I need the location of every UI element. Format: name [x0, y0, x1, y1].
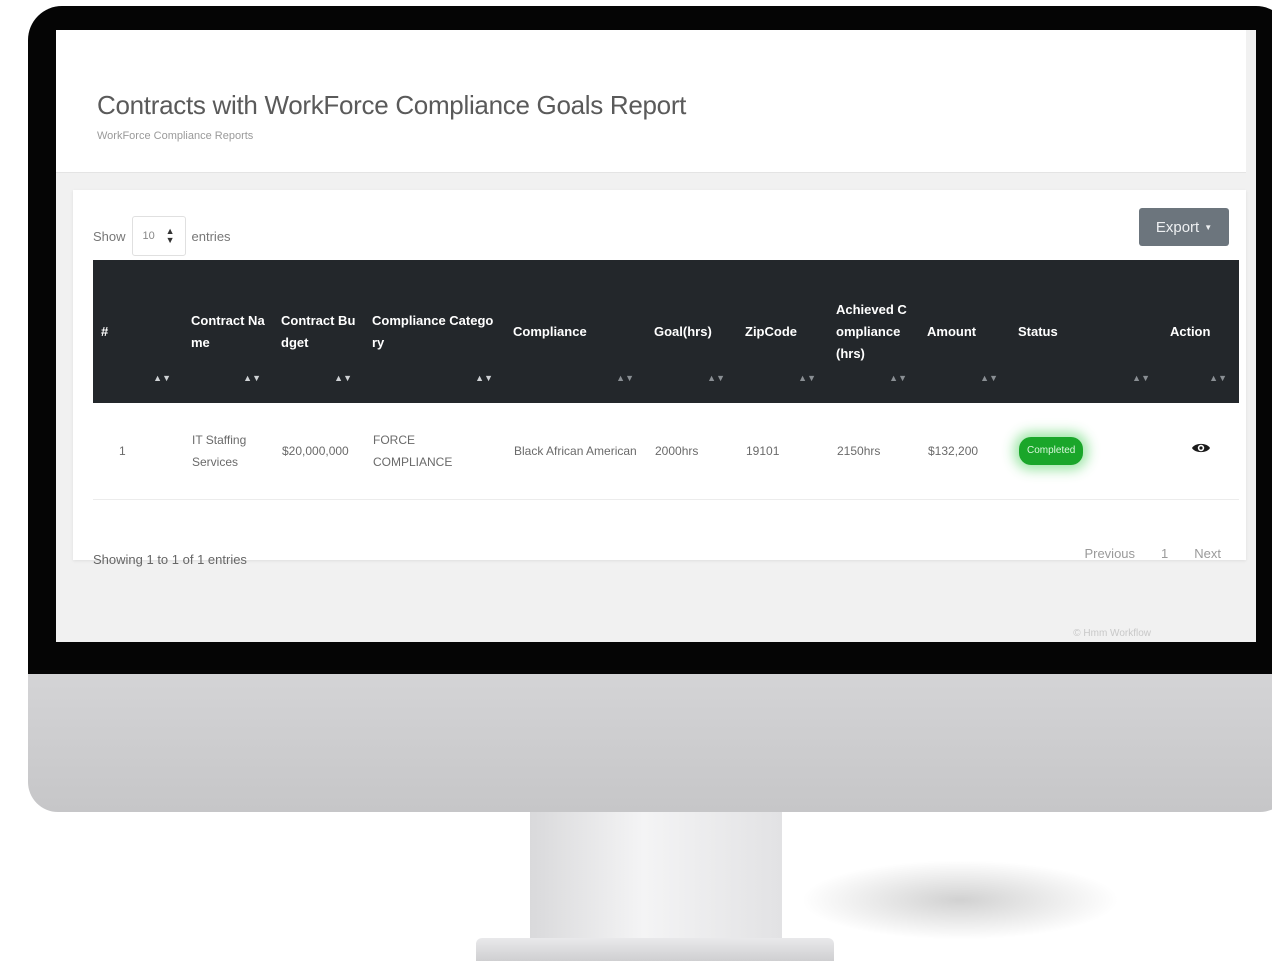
sort-arrows-icon: ▲▼	[616, 373, 634, 383]
sort-arrows-icon: ▲▼	[980, 373, 998, 383]
monitor-stand-neck	[530, 812, 782, 942]
pagination-page-1[interactable]: 1	[1161, 546, 1168, 561]
column-header-contract-budget[interactable]: Contract Budget ▲▼	[273, 260, 364, 403]
column-header-achieved-compliance[interactable]: Achieved Compliance (hrs) ▲▼	[828, 260, 919, 403]
select-arrows-icon: ▲ ▼	[165, 226, 175, 245]
column-header-status[interactable]: Status ▲▼	[1010, 260, 1162, 403]
show-label: Show	[93, 228, 126, 244]
screen: Contracts with WorkForce Compliance Goal…	[56, 30, 1256, 642]
page-header: Contracts with WorkForce Compliance Goal…	[56, 30, 1246, 173]
column-header-amount[interactable]: Amount ▲▼	[919, 260, 1010, 403]
column-header-goal[interactable]: Goal(hrs) ▲▼	[646, 260, 737, 403]
report-table-card: Show 10 ▲ ▼ entries Export ▼ # ▲▼ Contra…	[73, 190, 1246, 567]
column-header-compliance-category[interactable]: Compliance Category ▲▼	[364, 260, 505, 403]
cell-zipcode: 19101	[746, 443, 780, 458]
cell-achieved: 2150hrs	[837, 443, 881, 458]
page-subtitle: WorkForce Compliance Reports	[97, 130, 254, 142]
cell-index: 1	[119, 443, 126, 458]
sort-arrows-icon: ▲▼	[153, 373, 171, 383]
sort-arrows-icon: ▲▼	[798, 373, 816, 383]
monitor-chin	[28, 674, 1272, 812]
page-title: Contracts with WorkForce Compliance Goal…	[97, 90, 687, 120]
length-value: 10	[142, 230, 155, 242]
sort-arrows-icon: ▲▼	[889, 373, 907, 383]
column-header-contract-name[interactable]: Contract Name ▲▼	[183, 260, 273, 403]
cell-compliance: Black African American	[514, 443, 637, 458]
cell-goal: 2000hrs	[655, 443, 699, 458]
pagination: Previous 1 Next	[1058, 546, 1221, 561]
sort-arrows-icon: ▲▼	[243, 373, 261, 383]
column-header-index[interactable]: # ▲▼	[93, 260, 183, 403]
sort-arrows-icon: ▲▼	[707, 373, 725, 383]
monitor-stand-base	[476, 938, 834, 961]
column-header-compliance[interactable]: Compliance ▲▼	[505, 260, 646, 403]
sort-arrows-icon: ▲▼	[334, 373, 352, 383]
cell-status: Completed	[1010, 403, 1162, 499]
caret-down-icon: ▼	[1204, 222, 1213, 232]
column-header-zipcode[interactable]: ZipCode ▲▼	[737, 260, 828, 403]
sort-arrows-icon: ▲▼	[1209, 373, 1227, 383]
sort-arrows-icon: ▲▼	[475, 373, 493, 383]
monitor-shadow	[800, 860, 1120, 940]
cell-action	[1162, 403, 1239, 499]
sort-arrows-icon: ▲▼	[1132, 373, 1150, 383]
cell-contract-name: IT Staffing Services	[192, 432, 247, 469]
report-table: # ▲▼ Contract Name ▲▼ Contract Budget ▲▼…	[93, 260, 1239, 500]
entries-label: entries	[191, 228, 231, 244]
table-info: Showing 1 to 1 of 1 entries	[93, 552, 247, 567]
table-header-row: # ▲▼ Contract Name ▲▼ Contract Budget ▲▼…	[93, 260, 1239, 403]
column-header-action[interactable]: Action ▲▼	[1162, 260, 1239, 403]
status-badge: Completed	[1019, 436, 1084, 465]
cell-amount: $132,200	[928, 443, 979, 458]
eye-icon[interactable]	[1191, 440, 1211, 454]
pagination-next[interactable]: Next	[1194, 546, 1221, 561]
export-label: Export	[1155, 218, 1200, 236]
pagination-previous[interactable]: Previous	[1084, 546, 1135, 561]
entries-length-select[interactable]: 10 ▲ ▼	[131, 216, 186, 256]
table-length-control: Show 10 ▲ ▼ entries	[93, 216, 231, 256]
table-row: 1 IT Staffing Services $20,000,000 FORCE…	[93, 403, 1239, 499]
cell-compliance-category: FORCE COMPLIANCE	[373, 432, 453, 469]
cell-contract-budget: $20,000,000	[282, 443, 349, 458]
footer-credit: © Hmm Workflow	[1073, 628, 1151, 639]
export-button[interactable]: Export ▼	[1139, 208, 1229, 246]
